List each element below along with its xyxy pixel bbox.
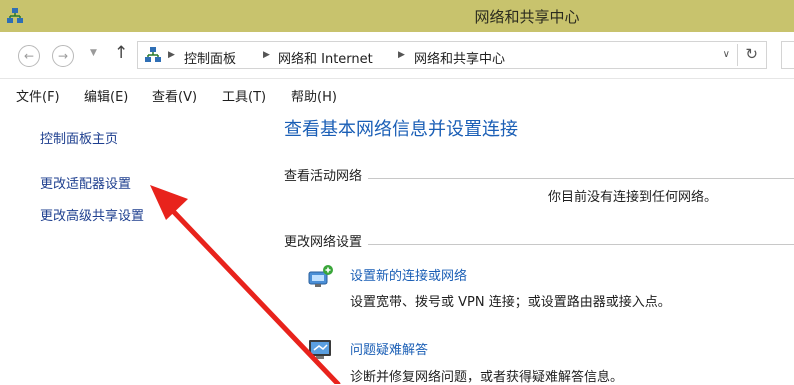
- menu-bar: 文件(F) 编辑(E) 查看(V) 工具(T) 帮助(H): [0, 79, 794, 109]
- active-networks-heading: 查看活动网络: [284, 165, 369, 184]
- recent-pages-chevron-icon[interactable]: ▼: [90, 48, 97, 58]
- setup-new-connection-link[interactable]: 设置新的连接或网络: [350, 265, 467, 284]
- change-settings-heading: 更改网络设置: [284, 231, 369, 250]
- back-button[interactable]: ←: [18, 45, 40, 67]
- navigation-bar: ← → ▼ ↑ ▶ 控制面板 ▶ 网络和 Internet ▶ 网络和共享中心 …: [0, 32, 794, 79]
- troubleshoot-problems-description: 诊断并修复网络问题，或者获得疑难解答信息。: [350, 370, 624, 385]
- nav-change-advanced-sharing[interactable]: 更改高级共享设置: [40, 205, 144, 224]
- breadcrumb-separator-icon[interactable]: ▶: [168, 50, 175, 60]
- breadcrumb-network-sharing-center[interactable]: 网络和共享中心: [414, 48, 505, 67]
- troubleshoot-icon: [309, 340, 331, 359]
- troubleshoot-problems-link[interactable]: 问题疑难解答: [350, 339, 428, 358]
- forward-button[interactable]: →: [52, 45, 74, 67]
- menu-file[interactable]: 文件(F): [16, 86, 60, 105]
- menu-edit[interactable]: 编辑(E): [84, 86, 128, 105]
- address-history-chevron-icon[interactable]: ∨: [723, 49, 730, 60]
- nav-change-adapter-settings[interactable]: 更改适配器设置: [40, 173, 131, 192]
- menu-view[interactable]: 查看(V): [152, 86, 197, 105]
- up-arrow-icon[interactable]: ↑: [114, 43, 128, 63]
- breadcrumb-separator-icon[interactable]: ▶: [263, 50, 270, 60]
- network-status-text: 你目前没有连接到任何网络。: [548, 190, 718, 205]
- address-divider: [737, 44, 738, 66]
- menu-help[interactable]: 帮助(H): [291, 86, 337, 105]
- address-box[interactable]: ▶ 控制面板 ▶ 网络和 Internet ▶ 网络和共享中心 ∨ ↻: [137, 41, 767, 69]
- network-location-icon: [145, 47, 161, 62]
- title-bar: 网络和共享中心: [0, 0, 794, 32]
- breadcrumb-network-internet[interactable]: 网络和 Internet: [278, 48, 373, 67]
- menu-tools[interactable]: 工具(T): [222, 86, 266, 105]
- nav-control-panel-home[interactable]: 控制面板主页: [40, 128, 118, 147]
- window-title: 网络和共享中心: [474, 8, 580, 26]
- network-setup-icon: [308, 265, 333, 287]
- breadcrumb-control-panel[interactable]: 控制面板: [184, 48, 236, 67]
- setup-new-connection-description: 设置宽带、拨号或 VPN 连接；或设置路由器或接入点。: [350, 295, 671, 310]
- page-title: 查看基本网络信息并设置连接: [284, 119, 518, 140]
- breadcrumb-separator-icon[interactable]: ▶: [398, 50, 405, 60]
- search-box[interactable]: [781, 41, 794, 69]
- refresh-icon[interactable]: ↻: [745, 45, 758, 63]
